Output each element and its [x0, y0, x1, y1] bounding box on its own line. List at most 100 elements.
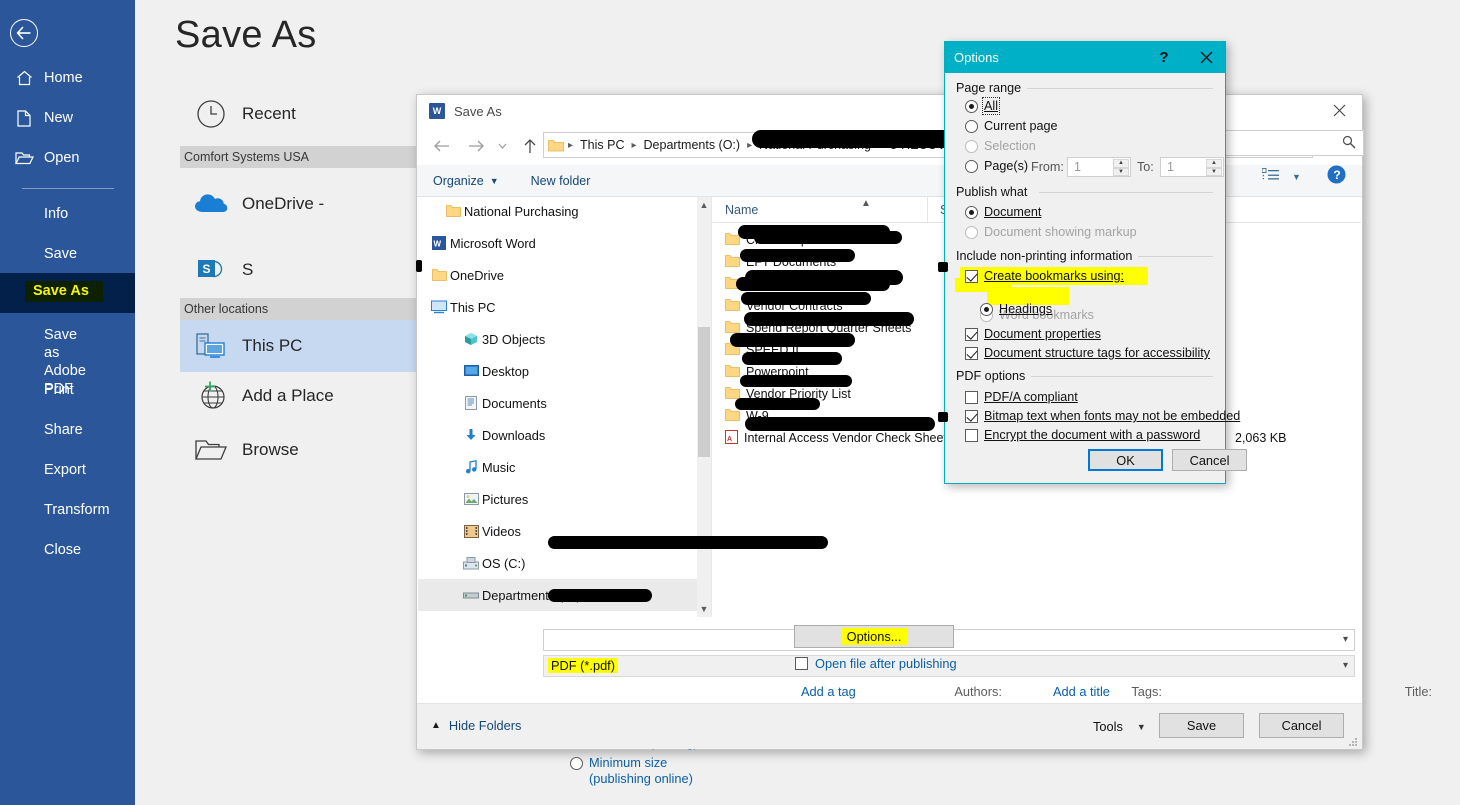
chevron-down-icon[interactable]: ▼	[490, 176, 499, 186]
spinner-buttons[interactable]: ▲ ▼	[1113, 159, 1129, 176]
spinner-down-icon[interactable]: ▼	[1113, 167, 1129, 176]
radio-all[interactable]	[965, 99, 978, 113]
radio-option-pages[interactable]: Page(s)	[965, 159, 1028, 173]
add-a-tag-link[interactable]: Add a tag	[801, 684, 856, 699]
tree-item-onedrive[interactable]: OneDrive	[418, 259, 711, 291]
checkbox-pdfa-compliant[interactable]	[965, 390, 978, 404]
redaction-block	[938, 262, 948, 272]
resize-grip-icon[interactable]	[1348, 736, 1358, 746]
tree-item-national-purchasing[interactable]: National Purchasing	[418, 197, 711, 227]
sidebar-item-transform[interactable]: Transform	[0, 490, 135, 530]
sidebar-item-home[interactable]: Home	[0, 58, 135, 98]
recent-locations-icon[interactable]	[493, 133, 511, 159]
tree-item-3d-objects[interactable]: 3D Objects	[418, 323, 711, 355]
breadcrumb-item[interactable]: Departments (O:)	[641, 138, 744, 152]
organize-button[interactable]: Organize	[433, 174, 484, 188]
scroll-down-icon[interactable]: ▼	[697, 601, 711, 617]
tree-item-downloads[interactable]: Downloads	[418, 419, 711, 451]
checkbox-create-bookmarks[interactable]	[965, 269, 978, 283]
options-button[interactable]: Options...	[794, 625, 954, 648]
add-a-title-link[interactable]: Add a title	[1053, 684, 1110, 699]
help-icon[interactable]: ?	[1327, 165, 1346, 189]
tree-item-microsoft-word[interactable]: W Microsoft Word	[418, 227, 711, 259]
cancel-button[interactable]: Cancel	[1172, 449, 1247, 471]
up-arrow-icon[interactable]	[517, 133, 543, 159]
open-file-after-publishing-option[interactable]: Open file after publishing	[795, 656, 957, 671]
save-button[interactable]: Save	[1159, 713, 1244, 738]
spinner-buttons[interactable]: ▲ ▼	[1206, 159, 1222, 176]
hide-folders-button[interactable]: ▲ Hide Folders	[431, 718, 521, 733]
help-icon[interactable]: ?	[1145, 42, 1183, 73]
checkbox-document-properties[interactable]	[965, 327, 978, 341]
chevron-down-icon[interactable]: ▼	[1292, 172, 1301, 182]
checkbox-bitmap-text[interactable]	[965, 409, 978, 423]
radio-current-page[interactable]	[965, 119, 978, 133]
sidebar-item-save-as[interactable]: Save As	[0, 273, 135, 313]
search-input[interactable]	[1204, 130, 1364, 156]
tree-item-pictures[interactable]: Pictures	[418, 483, 711, 515]
view-layout-icon[interactable]	[1261, 167, 1280, 187]
forward-arrow-icon[interactable]	[463, 133, 489, 159]
close-icon[interactable]	[1187, 42, 1225, 73]
tree-item-music[interactable]: Music	[418, 451, 711, 483]
spinner-down-icon[interactable]: ▼	[1206, 167, 1222, 176]
chevron-down-icon[interactable]: ▾	[1343, 660, 1348, 671]
checkbox-option-bitmap-text[interactable]: Bitmap text when fonts may not be embedd…	[965, 409, 1240, 423]
sidebar-item-save-as-adobe-pdf[interactable]: Save as Adobe PDF	[0, 320, 135, 397]
tree-item-os-c[interactable]: OS (C:)	[418, 547, 711, 579]
spinner-up-icon[interactable]: ▲	[1113, 159, 1129, 168]
redaction-block	[735, 398, 820, 410]
radio-option-current-page[interactable]: Current page	[965, 119, 1058, 133]
checkbox-open-after-publishing[interactable]	[795, 657, 808, 670]
radio-headings[interactable]	[980, 302, 993, 316]
from-spinner[interactable]: 1 ▲ ▼	[1067, 157, 1131, 177]
folder-tree[interactable]: National Purchasing W Microsoft Word One…	[418, 197, 712, 617]
to-spinner[interactable]: 1 ▲ ▼	[1160, 157, 1224, 177]
radio-option-label: Selection	[984, 139, 1036, 153]
radio-pages[interactable]	[965, 159, 978, 173]
checkbox-encrypt-document[interactable]	[965, 428, 978, 442]
radio-option-document[interactable]: Document	[965, 205, 1041, 219]
breadcrumb-item[interactable]: This PC	[577, 138, 627, 152]
scroll-up-icon[interactable]: ▲	[697, 197, 711, 213]
checkbox-option-document-properties[interactable]: Document properties	[965, 327, 1101, 341]
sidebar-item-new[interactable]: New	[0, 98, 135, 138]
sidebar-item-close[interactable]: Close	[0, 530, 135, 570]
tools-button[interactable]: Tools ▼	[1093, 719, 1146, 734]
tree-item-desktop[interactable]: Desktop	[418, 355, 711, 387]
ok-button[interactable]: OK	[1088, 449, 1163, 471]
radio-document[interactable]	[965, 205, 978, 219]
radio-option-all[interactable]: All	[965, 97, 1000, 115]
scrollbar-thumb[interactable]	[698, 327, 710, 457]
back-arrow-icon[interactable]	[429, 133, 455, 159]
tree-scrollbar[interactable]: ▲ ▼	[697, 197, 711, 617]
tree-item-label: Pictures	[482, 491, 529, 507]
checkbox-option-encrypt-document[interactable]: Encrypt the document with a password	[965, 428, 1200, 442]
sidebar-item-share[interactable]: Share	[0, 410, 135, 450]
tree-item-this-pc[interactable]: This PC	[418, 291, 711, 323]
new-folder-button[interactable]: New folder	[531, 174, 591, 188]
sidebar-item-print[interactable]: Print	[0, 370, 135, 410]
checkbox-option-pdfa-compliant[interactable]: PDF/A compliant	[965, 390, 1078, 404]
optimize-minimum-option[interactable]: Minimum size (publishing online)	[570, 755, 699, 786]
radio-option-headings[interactable]: Headings	[980, 302, 1260, 316]
tree-item-documents[interactable]: Documents	[418, 387, 711, 419]
tree-item-label: 3D Objects	[482, 331, 546, 347]
dialog-title: Save As	[454, 103, 502, 119]
checkbox-option-document-structure-tags[interactable]: Document structure tags for accessibilit…	[965, 346, 1210, 360]
checkbox-document-structure-tags[interactable]	[965, 346, 978, 360]
spinner-up-icon[interactable]: ▲	[1206, 159, 1222, 168]
sidebar-item-open[interactable]: Open	[0, 138, 135, 178]
radio-option-label: Document showing markup	[984, 225, 1137, 239]
sidebar-item-save[interactable]: Save	[0, 234, 135, 274]
place-label: Recent	[242, 104, 296, 123]
column-header-name[interactable]: Name	[713, 197, 928, 222]
chevron-down-icon[interactable]: ▾	[1343, 634, 1348, 645]
radio-minimum-size[interactable]	[570, 757, 583, 770]
checkbox-option-create-bookmarks[interactable]: Create bookmarks using:	[965, 269, 1245, 283]
cancel-button[interactable]: Cancel	[1259, 713, 1344, 738]
back-button[interactable]	[10, 19, 38, 47]
sidebar-item-export[interactable]: Export	[0, 450, 135, 490]
close-icon[interactable]	[1316, 95, 1362, 126]
sidebar-item-info[interactable]: Info	[0, 194, 135, 234]
